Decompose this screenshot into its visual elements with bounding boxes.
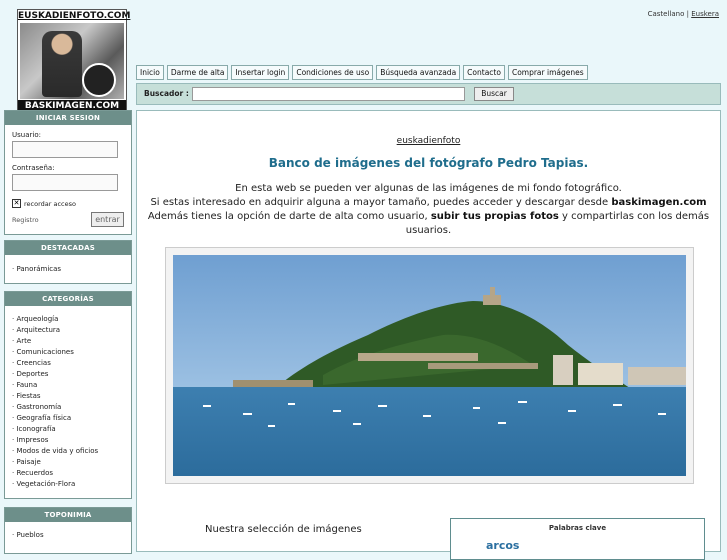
- category-item[interactable]: · Arquitectura: [12, 325, 124, 336]
- remember-row: ✕ recordar acceso: [12, 199, 124, 208]
- search-button[interactable]: Buscar: [474, 87, 514, 101]
- featured-photo-bay[interactable]: [173, 255, 686, 476]
- search-bar: Buscador : Buscar: [136, 83, 721, 105]
- search-label: Buscador :: [144, 89, 189, 98]
- nav-insertar-login[interactable]: Insertar login: [231, 65, 290, 80]
- keywords-title: Palabras clave: [548, 524, 607, 532]
- categories-header: CATEGORÍAS: [5, 292, 131, 306]
- featured-header: DESTACADAS: [5, 241, 131, 255]
- category-item[interactable]: · Geografía física: [12, 413, 124, 424]
- lang-euskera[interactable]: Euskera: [691, 10, 719, 18]
- site-link[interactable]: euskadienfoto: [137, 136, 720, 146]
- login-header: INICIAR SESION: [5, 111, 131, 125]
- intro-line-3: Además tienes la opción de darte de alta…: [137, 210, 720, 238]
- category-item[interactable]: · Deportes: [12, 369, 124, 380]
- remember-checkbox[interactable]: ✕: [12, 199, 21, 208]
- featured-item-panoramicas[interactable]: · Panorámicas: [12, 264, 124, 275]
- search-input[interactable]: [192, 87, 465, 101]
- category-item[interactable]: · Paisaje: [12, 457, 124, 468]
- featured-box: DESTACADAS · Panorámicas: [4, 240, 132, 284]
- category-item[interactable]: · Vegetación-Flora: [12, 479, 124, 490]
- photographer-figure: [42, 31, 82, 97]
- login-footer: Registro entrar: [12, 212, 124, 227]
- nav-contacto[interactable]: Contacto: [463, 65, 505, 80]
- username-label: Usuario:: [12, 131, 41, 139]
- toponymy-box: TOPONIMIA · Pueblos: [4, 507, 132, 554]
- lang-castellano[interactable]: Castellano: [648, 10, 685, 18]
- nav-comprar-imagenes[interactable]: Comprar imágenes: [507, 65, 588, 80]
- lauburu-emblem-icon: [82, 63, 116, 97]
- site-logo[interactable]: EUSKADIENFOTO.COM BASKIMAGEN.COM: [17, 9, 131, 114]
- top-nav: Inicio Darme de alta Insertar login Cond…: [136, 65, 588, 80]
- intro-line-2-text: Si estas interesado en adquirir alguna a…: [150, 197, 612, 208]
- upload-photos-link[interactable]: subir tus propias fotos: [431, 211, 559, 222]
- username-input[interactable]: [12, 141, 118, 158]
- category-item[interactable]: · Comunicaciones: [12, 347, 124, 358]
- logo-photo: [20, 23, 124, 99]
- nav-inicio[interactable]: Inicio: [136, 65, 164, 80]
- login-submit-button[interactable]: entrar: [91, 212, 124, 227]
- category-item[interactable]: · Iconografía: [12, 424, 124, 435]
- password-input[interactable]: [12, 174, 118, 191]
- main-content: euskadienfoto Banco de imágenes del fotó…: [136, 110, 721, 560]
- remember-label: recordar acceso: [24, 199, 76, 208]
- categories-box: CATEGORÍAS · Arqueología · Arquitectura …: [4, 291, 132, 499]
- keywords-box: Palabras clave arcos: [450, 518, 705, 560]
- lang-separator: |: [686, 10, 689, 18]
- category-item[interactable]: · Recuerdos: [12, 468, 124, 479]
- category-item[interactable]: · Fiestas: [12, 391, 124, 402]
- intro-line-1: En esta web se pueden ver algunas de las…: [235, 183, 622, 194]
- language-switcher: Castellano | Euskera: [648, 10, 719, 18]
- image-selection-title: Nuestra selección de imágenes: [205, 524, 362, 535]
- intro-line-2: Si estas interesado en adquirir alguna a…: [137, 196, 720, 210]
- category-item[interactable]: · Gastronomía: [12, 402, 124, 413]
- category-item[interactable]: · Arte: [12, 336, 124, 347]
- category-item[interactable]: · Arqueología: [12, 314, 124, 325]
- category-item[interactable]: · Fauna: [12, 380, 124, 391]
- keyword-arcos[interactable]: arcos: [486, 539, 519, 552]
- page-headline: Banco de imágenes del fotógrafo Pedro Ta…: [268, 156, 589, 170]
- intro-text: En esta web se pueden ver algunas de las…: [137, 182, 720, 238]
- nav-condiciones-de-uso[interactable]: Condiciones de uso: [292, 65, 374, 80]
- nav-busqueda-avanzada[interactable]: Búsqueda avanzada: [376, 65, 461, 80]
- toponymy-header: TOPONIMIA: [5, 508, 131, 522]
- intro-line-3-text-a: Además tienes la opción de darte de alta…: [147, 211, 431, 222]
- category-item[interactable]: · Modos de vida y oficios: [12, 446, 124, 457]
- nav-darme-de-alta[interactable]: Darme de alta: [166, 65, 229, 80]
- category-item[interactable]: · Creencias: [12, 358, 124, 369]
- featured-photo-frame: [165, 247, 694, 484]
- toponymy-item-pueblos[interactable]: · Pueblos: [12, 530, 124, 541]
- logo-top-text: EUSKADIENFOTO.COM: [18, 11, 131, 21]
- category-item[interactable]: · Impresos: [12, 435, 124, 446]
- password-label: Contraseña:: [12, 164, 55, 172]
- baskimagen-link[interactable]: baskimagen.com: [611, 197, 706, 208]
- login-box: INICIAR SESION Usuario: Contraseña: ✕ re…: [4, 110, 132, 235]
- register-link[interactable]: Registro: [12, 216, 39, 224]
